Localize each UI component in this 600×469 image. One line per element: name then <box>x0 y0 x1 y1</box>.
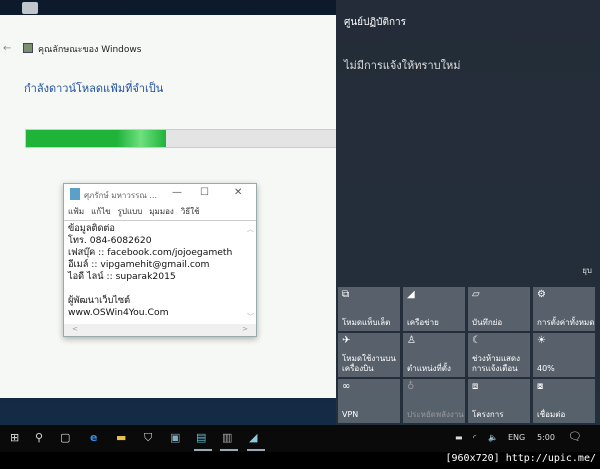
tile-label: เชื่อมต่อ <box>537 410 566 419</box>
task-view-icon[interactable]: ▢ <box>60 431 70 444</box>
menu-format[interactable]: รูปแบบ <box>118 205 143 218</box>
battery-icon[interactable]: ▬ <box>455 433 463 442</box>
file-explorer-icon[interactable]: ▬ <box>116 431 126 444</box>
connect-icon: ⧇ <box>537 381 544 392</box>
menu-help[interactable]: วิธีใช้ <box>181 205 200 218</box>
notepad-icon <box>70 188 80 200</box>
notepad-window: ศุภรักษ์ มหาวรรณ ... — ☐ ✕ แฟ้ม แก้ไข รู… <box>63 183 257 337</box>
running-indicator <box>220 449 238 451</box>
tile-label: โหมดแท็บเล็ต <box>342 318 391 327</box>
app-icon[interactable]: ▣ <box>170 431 180 444</box>
store-icon[interactable]: ⛉ <box>144 431 152 445</box>
taskbar: ⊞ ⚲ ▢ e ▬ ⛉ ▣ ▤ ▥ ◢ ▬ ◜ 🔈 ENG 5:00 🗨 <box>0 425 600 452</box>
location-icon: ♙ <box>407 335 416 346</box>
tile-label: การตั้งค่าทั้งหมด <box>537 318 595 327</box>
scroll-down-icon[interactable]: ﹀ <box>247 312 254 322</box>
battery-saver-icon: ♁ <box>407 381 415 392</box>
tile-label: ประหยัดพลังงาน <box>407 410 464 419</box>
action-center: ศูนย์ปฏิบัติการ ไม่มีการแจ้งให้ทราบใหม่ … <box>336 0 600 425</box>
action-center-title: ศูนย์ปฏิบัติการ <box>344 17 406 28</box>
settings-icon: ⚙ <box>537 289 546 300</box>
project-icon: ⧈ <box>472 381 479 392</box>
airplane-icon: ✈ <box>342 335 351 346</box>
running-indicator <box>247 449 265 451</box>
tile-label: เครือข่าย <box>407 318 439 327</box>
language-indicator[interactable]: ENG <box>508 433 525 442</box>
close-icon[interactable]: ✕ <box>234 187 242 198</box>
quick-actions: ⧉ โหมดแท็บเล็ต ◢ เครือข่าย ▱ บันทึกย่อ ⚙ การตั้… <box>338 287 595 423</box>
window-title: คุณลักษณะของ Windows <box>38 45 142 55</box>
brightness-icon: ☀ <box>537 335 546 346</box>
collapse-button[interactable]: ยุบ <box>582 264 592 277</box>
tile-label: ช่วงห้ามแสดงการแจ้งเตือน <box>472 354 521 373</box>
quick-action-tile[interactable]: ⧇ เชื่อมต่อ <box>533 379 595 423</box>
start-icon[interactable]: ⊞ <box>10 431 19 444</box>
horizontal-scrollbar[interactable]: < > <box>64 324 256 336</box>
notepad-task-icon[interactable]: ◢ <box>249 431 257 444</box>
notepad-title: ศุภรักษ์ มหาวรรณ ... <box>84 191 158 200</box>
network-icon: ◢ <box>407 289 415 300</box>
tile-label: โหมดใช้งานบนเครื่องบิน <box>342 354 396 373</box>
tile-label: VPN <box>342 410 359 419</box>
search-icon[interactable]: ⚲ <box>35 431 43 444</box>
clock[interactable]: 5:00 <box>537 433 555 442</box>
minimize-icon[interactable]: — <box>172 187 182 198</box>
archive-task-icon[interactable]: ▥ <box>222 431 232 444</box>
volume-icon[interactable]: 🔈 <box>488 433 498 442</box>
note-icon: ▱ <box>472 289 480 300</box>
quick-action-tile[interactable]: ▱ บันทึกย่อ <box>468 287 530 331</box>
notepad-menubar: แฟ้ม แก้ไข รูปแบบ มุมมอง วิธีใช้ <box>64 204 256 219</box>
windows-features-icon <box>23 43 33 53</box>
quick-action-tile[interactable]: ☀ 40% <box>533 333 595 377</box>
menu-file[interactable]: แฟ้ม <box>68 205 84 218</box>
tile-label: โครงการ <box>472 410 504 419</box>
watermark: [960x720] http://upic.me/ <box>445 453 596 464</box>
quick-action-tile[interactable]: ⚙ การตั้งค่าทั้งหมด <box>533 287 595 331</box>
quick-action-tile[interactable]: ⧉ โหมดแท็บเล็ต <box>338 287 400 331</box>
tile-label: 40% <box>537 364 555 373</box>
download-progress-bar <box>25 129 336 148</box>
quick-action-tile[interactable]: ♁ ประหยัดพลังงาน <box>403 379 465 423</box>
quick-action-tile[interactable]: ♙ ตำแหน่งที่ตั้ง <box>403 333 465 377</box>
notepad-titlebar[interactable]: ศุภรักษ์ มหาวรรณ ... — ☐ ✕ <box>64 184 256 204</box>
maximize-icon[interactable]: ☐ <box>200 187 209 198</box>
download-heading: กำลังดาวน์โหลดแฟ้มที่จำเป็น <box>24 82 164 95</box>
no-notifications-text: ไม่มีการแจ้งให้ทราบใหม่ <box>344 59 461 72</box>
back-arrow-icon[interactable]: ← <box>3 43 11 54</box>
scroll-left-icon[interactable]: < <box>72 325 78 335</box>
scroll-up-icon[interactable]: ︿ <box>247 224 254 234</box>
recycle-bin-icon[interactable] <box>22 2 38 14</box>
tablet-mode-icon: ⧉ <box>342 289 350 300</box>
quick-action-tile[interactable]: ☾ ช่วงห้ามแสดงการแจ้งเตือน <box>468 333 530 377</box>
tile-label: ตำแหน่งที่ตั้ง <box>407 364 451 373</box>
quick-action-tile[interactable]: ✈ โหมดใช้งานบนเครื่องบิน <box>338 333 400 377</box>
notifications-icon[interactable]: 🗨 <box>568 430 582 443</box>
scroll-right-icon[interactable]: > <box>242 325 248 335</box>
quick-action-tile[interactable]: ◢ เครือข่าย <box>403 287 465 331</box>
tile-label: บันทึกย่อ <box>472 318 503 327</box>
running-indicator <box>194 449 212 451</box>
wifi-icon[interactable]: ◜ <box>473 433 476 442</box>
quiet-hours-icon: ☾ <box>472 335 481 346</box>
quick-action-tile[interactable]: ⧈ โครงการ <box>468 379 530 423</box>
notepad-text-area[interactable]: ข้อมูลติดต่อ โทร. 084-6082620 เฟสบุ๊ค ::… <box>64 220 256 324</box>
menu-view[interactable]: มุมมอง <box>149 205 174 218</box>
progress-fill <box>26 130 166 147</box>
quick-action-tile[interactable]: ∞ VPN <box>338 379 400 423</box>
vpn-icon: ∞ <box>342 381 351 392</box>
edge-icon[interactable]: e <box>90 431 97 444</box>
windows-features-task-icon[interactable]: ▤ <box>196 431 206 444</box>
menu-edit[interactable]: แก้ไข <box>91 205 111 218</box>
